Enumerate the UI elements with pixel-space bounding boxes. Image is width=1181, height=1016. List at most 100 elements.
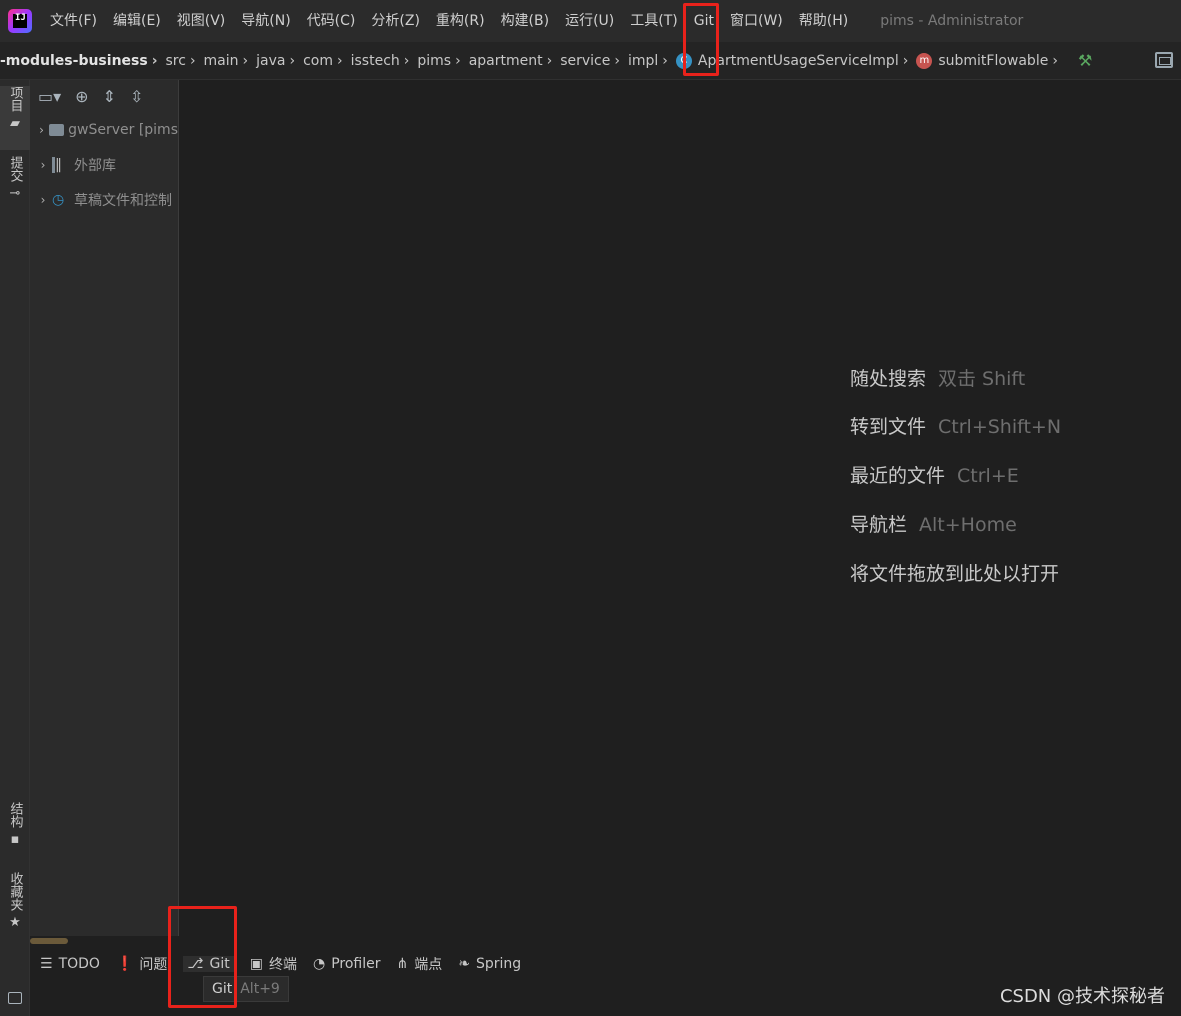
- locate-icon[interactable]: ⊕: [75, 87, 88, 106]
- tab-structure[interactable]: 结构 ▪: [0, 802, 30, 854]
- tab-favorites[interactable]: 收藏夹 ★: [0, 872, 30, 938]
- bottom-tool-bar: ☰ TODO ❗ 问题 ⎇ Git ▣ 终端 ◔ Profiler ⋔ 端点 ❧ Spring…: [30, 936, 1181, 1016]
- menu-analyze[interactable]: 分析(Z): [363, 0, 428, 42]
- commit-icon: ⊸: [9, 186, 21, 201]
- chevron-right-icon[interactable]: ›: [34, 158, 52, 172]
- chevron-right-icon: ›: [151, 52, 158, 69]
- hint-shortcut: 双击 Shift: [938, 368, 1026, 390]
- tool-problems[interactable]: ❗ 问题: [116, 954, 167, 974]
- breadcrumb-label: isstech: [350, 52, 400, 69]
- menu-file[interactable]: 文件(F): [42, 0, 105, 42]
- tool-spring[interactable]: ❧ Spring: [458, 956, 521, 972]
- tool-git[interactable]: ⎇ Git: [183, 956, 234, 972]
- breadcrumb-item[interactable]: com ›: [303, 53, 351, 69]
- tree-item-label: 草稿文件和控制: [74, 192, 172, 209]
- module-folder-icon: [49, 123, 65, 136]
- breadcrumb-item[interactable]: pims ›: [417, 53, 468, 69]
- tool-todo[interactable]: ☰ TODO: [40, 956, 100, 972]
- breadcrumb-item[interactable]: apartment ›: [469, 53, 561, 69]
- tool-terminal-label: 终端: [268, 957, 297, 973]
- expand-all-icon[interactable]: ⇕: [103, 87, 116, 106]
- chevron-right-icon[interactable]: ›: [34, 193, 52, 207]
- menu-view[interactable]: 视图(V): [169, 0, 234, 42]
- tool-terminal[interactable]: ▣ 终端: [250, 954, 297, 974]
- chevron-right-icon: ›: [902, 52, 909, 69]
- tab-commit[interactable]: 提交 ⊸: [0, 156, 30, 208]
- folder-icon: ▰: [10, 116, 20, 131]
- chevron-right-icon[interactable]: ›: [34, 123, 49, 137]
- tab-favorites-label: 收藏夹: [7, 872, 23, 911]
- breadcrumb-item[interactable]: src ›: [165, 53, 203, 69]
- menu-code[interactable]: 代码(C): [299, 0, 364, 42]
- tool-profiler[interactable]: ◔ Profiler: [313, 956, 381, 972]
- hint-drop-files: 将文件拖放到此处以打开: [850, 559, 1059, 586]
- hint-shortcut: Alt+Home: [919, 514, 1017, 536]
- chevron-right-icon: ›: [403, 52, 410, 69]
- chevron-right-icon: ›: [189, 52, 196, 69]
- breadcrumb-item[interactable]: impl ›: [628, 53, 676, 69]
- tool-profiler-label: Profiler: [331, 956, 381, 972]
- terminal-icon: ▣: [249, 956, 263, 972]
- breadcrumb-item[interactable]: service ›: [560, 53, 628, 69]
- breadcrumb-item[interactable]: isstech ›: [351, 53, 418, 69]
- hint-goto-file: 转到文件 Ctrl+Shift+N: [850, 412, 1061, 439]
- breadcrumb-label: apartment: [468, 52, 543, 69]
- method-icon: m: [916, 52, 933, 69]
- menu-navigate[interactable]: 导航(N): [233, 0, 298, 42]
- git-tooltip: Git Alt+9: [203, 976, 289, 1002]
- chevron-right-icon: ›: [289, 52, 296, 69]
- warning-icon: ❗: [115, 956, 134, 972]
- tree-item-scratches[interactable]: › ◷ 草稿文件和控制: [30, 182, 178, 217]
- tool-spring-label: Spring: [475, 956, 522, 972]
- hint-shortcut: Ctrl+Shift+N: [938, 416, 1062, 438]
- menu-window[interactable]: 窗口(W): [722, 0, 791, 42]
- build-hammer-icon[interactable]: ⚒: [1078, 51, 1092, 70]
- tool-git-label: Git: [209, 956, 230, 972]
- hint-action: 导航栏: [850, 514, 908, 536]
- breadcrumb: -modules-business › src › main › java › com ›…: [0, 42, 1181, 80]
- breadcrumb-item-method[interactable]: m submitFlowable ›: [916, 52, 1066, 69]
- breadcrumb-item[interactable]: main ›: [204, 53, 257, 69]
- tool-endpoints[interactable]: ⋔ 端点: [397, 954, 443, 974]
- chevron-right-icon: ›: [614, 52, 620, 69]
- menu-tools[interactable]: 工具(T): [622, 0, 685, 42]
- collapse-all-icon[interactable]: ⇳: [130, 87, 143, 106]
- tree-item-module[interactable]: › gwServer [pims: [30, 112, 178, 147]
- profiler-icon: ◔: [312, 956, 326, 972]
- view-selector-icon[interactable]: ▭▾: [38, 87, 61, 106]
- editor-empty-state: 随处搜索 双击 Shift 转到文件 Ctrl+Shift+N 最近的文件 Ctrl+…: [180, 80, 1181, 936]
- tool-problems-label: 问题: [139, 957, 168, 973]
- library-icon: ‖: [52, 156, 70, 173]
- breadcrumb-label: pims: [417, 52, 452, 69]
- menu-refactor[interactable]: 重构(R): [428, 0, 493, 42]
- project-panel: ▭▾ ⊕ ⇕ ⇳ › gwServer [pims › ‖ 外部库 › ◷ 草稿…: [30, 80, 179, 936]
- breadcrumb-label: java: [256, 52, 286, 69]
- toggle-tool-windows-icon[interactable]: [8, 992, 22, 1004]
- menu-git[interactable]: Git: [686, 0, 722, 42]
- chevron-right-icon: ›: [242, 52, 249, 69]
- menu-help[interactable]: 帮助(H): [791, 0, 856, 42]
- tab-project[interactable]: 项目 ▰: [0, 86, 30, 150]
- menu-run[interactable]: 运行(U): [557, 0, 622, 42]
- menu-build[interactable]: 构建(B): [493, 0, 558, 42]
- tool-window-tabs: ☰ TODO ❗ 问题 ⎇ Git ▣ 终端 ◔ Profiler ⋔ 端点 ❧ Spring: [30, 952, 527, 976]
- breadcrumb-label: com: [303, 52, 333, 69]
- hint-action: 转到文件: [850, 416, 927, 438]
- left-tool-strip: 项目 ▰ 提交 ⊸ 结构 ▪ 收藏夹 ★: [0, 80, 30, 1016]
- breadcrumb-label: service: [560, 52, 611, 69]
- tree-item-label: 外部库: [74, 157, 116, 174]
- window-layout-icon[interactable]: [1155, 52, 1173, 68]
- breadcrumb-item-class[interactable]: C ApartmentUsageServiceImpl ›: [675, 52, 916, 69]
- menu-edit[interactable]: 编辑(E): [105, 0, 169, 42]
- tree-item-external-libraries[interactable]: › ‖ 外部库: [30, 147, 178, 182]
- breadcrumb-label: src: [165, 52, 186, 69]
- tab-structure-label: 结构: [7, 802, 23, 828]
- chevron-right-icon: ›: [1052, 52, 1058, 69]
- hint-search-everywhere: 随处搜索 双击 Shift: [850, 364, 1025, 391]
- breadcrumb-label: submitFlowable: [938, 52, 1049, 69]
- menu-bar: IJ 文件(F) 编辑(E) 视图(V) 导航(N) 代码(C) 分析(Z) 重…: [0, 0, 1181, 42]
- breadcrumb-item[interactable]: -modules-business ›: [0, 53, 165, 69]
- watermark: CSDN @技术探秘者: [999, 986, 1165, 1007]
- breadcrumb-item[interactable]: java ›: [256, 53, 303, 69]
- tool-endpoints-label: 端点: [414, 957, 443, 973]
